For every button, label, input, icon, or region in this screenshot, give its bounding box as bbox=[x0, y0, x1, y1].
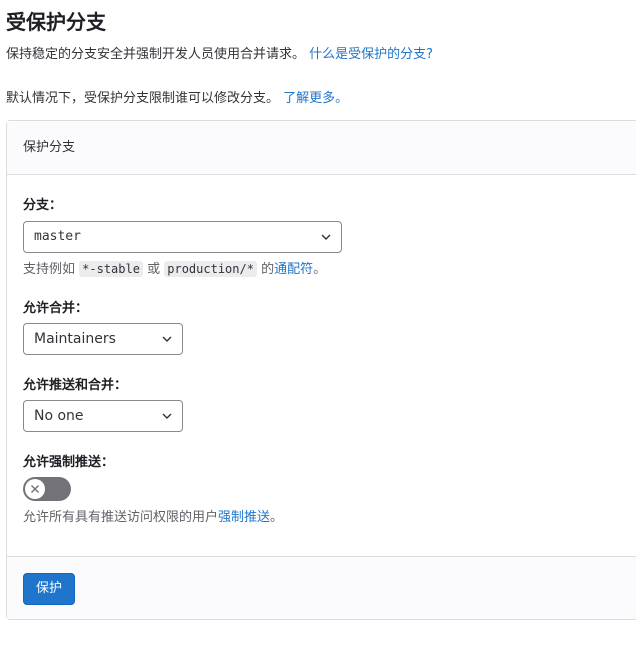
example-production-code: production/* bbox=[164, 261, 257, 277]
allowed-to-merge-label: 允许合并： bbox=[23, 301, 89, 316]
card-header: 保护分支 bbox=[7, 121, 636, 175]
branch-help-the: 的 bbox=[261, 262, 275, 277]
branch-help-or: 或 bbox=[147, 262, 161, 277]
force-push-link[interactable]: 强制推送 bbox=[218, 510, 270, 525]
allowed-to-merge-select[interactable]: Maintainers bbox=[23, 323, 183, 355]
force-push-help-prefix: 允许所有具有推送访问权限的用户 bbox=[23, 510, 219, 525]
learn-more-link[interactable]: 了解更多。 bbox=[283, 91, 348, 106]
default-text: 默认情况下，受保护分支限制谁可以修改分支。 bbox=[6, 91, 280, 106]
branch-help-prefix: 支持例如 bbox=[23, 262, 76, 277]
wildcard-link[interactable]: 通配符 bbox=[274, 262, 313, 277]
branch-label: 分支： bbox=[23, 198, 63, 213]
card-footer bbox=[7, 557, 636, 619]
chevron-down-icon bbox=[321, 234, 331, 240]
intro-text: 保持稳定的分支安全并强制开发人员使用合并请求。 bbox=[6, 47, 306, 62]
page-title: 受保护分支 bbox=[6, 10, 106, 34]
example-stable-code: *-stable bbox=[79, 261, 143, 277]
branch-help-text: 支持例如 *-stable 或 production/* 的通配符。 bbox=[23, 258, 326, 277]
default-description: 默认情况下，受保护分支限制谁可以修改分支。 了解更多。 bbox=[6, 87, 348, 106]
intro-description: 保持稳定的分支安全并强制开发人员使用合并请求。 什么是受保护的分支? bbox=[6, 43, 433, 62]
protect-branch-card: 保护分支 分支： master 支持例如 *-stable 或 producti… bbox=[6, 120, 636, 620]
branch-select[interactable]: master bbox=[23, 221, 342, 253]
what-are-protected-branches-link[interactable]: 什么是受保护的分支? bbox=[309, 47, 433, 62]
allow-force-push-label: 允许强制推送： bbox=[23, 455, 115, 470]
branch-help-end: 。 bbox=[313, 262, 327, 277]
force-push-toggle[interactable] bbox=[23, 477, 71, 501]
allowed-to-push-label: 允许推送和合并： bbox=[23, 378, 128, 393]
allowed-to-push-value: No one bbox=[34, 408, 84, 424]
allowed-to-push-select[interactable]: No one bbox=[23, 400, 183, 432]
toggle-knob bbox=[25, 479, 45, 499]
force-push-help-end: 。 bbox=[270, 510, 284, 525]
allowed-to-merge-value: Maintainers bbox=[34, 331, 116, 347]
force-push-help-text: 允许所有具有推送访问权限的用户强制推送。 bbox=[23, 506, 283, 525]
chevron-down-icon bbox=[162, 413, 172, 419]
chevron-down-icon bbox=[162, 336, 172, 342]
branch-select-value: master bbox=[34, 229, 81, 244]
protect-button[interactable]: 保护 bbox=[23, 573, 75, 605]
close-icon bbox=[31, 485, 39, 493]
